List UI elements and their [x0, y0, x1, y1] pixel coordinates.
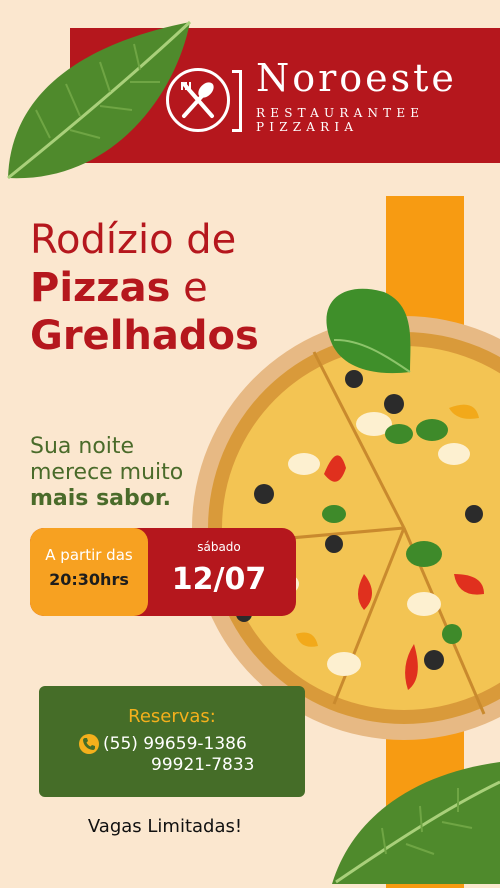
phone-number-2[interactable]: 99921-7833	[151, 753, 254, 777]
day-label: sábado	[197, 540, 241, 554]
tagline-bold: mais sabor.	[30, 486, 171, 511]
headline-e: e	[170, 265, 208, 311]
headline-line1: Rodízio de	[30, 217, 237, 263]
reservations-title: Reservas:	[128, 706, 216, 727]
logo-bracket	[232, 70, 242, 132]
time-value: 20:30hrs	[49, 570, 129, 589]
tagline-line3: mais sabor.	[30, 486, 183, 512]
time-label: A partir das	[45, 546, 133, 564]
brand-name: Noroeste	[256, 56, 457, 100]
headline-line2: Pizzas e	[30, 264, 208, 312]
brand-subtitle-line1: RESTAURANTEE	[256, 106, 425, 120]
brand-subtitle: RESTAURANTEE PIZZARIA	[256, 106, 424, 134]
headline-line3: Grelhados	[30, 313, 259, 359]
tagline-line2: merece muito	[30, 460, 184, 485]
headline-pizzas: Pizzas	[30, 265, 171, 311]
brand-subtitle-line2: PIZZARIA	[256, 120, 359, 134]
tagline: Sua noite merece muito mais sabor.	[30, 434, 183, 512]
phone-icon	[79, 734, 99, 754]
day-value: 12/07	[171, 562, 267, 597]
fork-knife-icon	[181, 82, 214, 118]
leaf-icon	[332, 762, 500, 884]
tagline-line1: Sua noite	[30, 434, 135, 459]
vagas-limitadas: Vagas Limitadas!	[87, 816, 243, 837]
